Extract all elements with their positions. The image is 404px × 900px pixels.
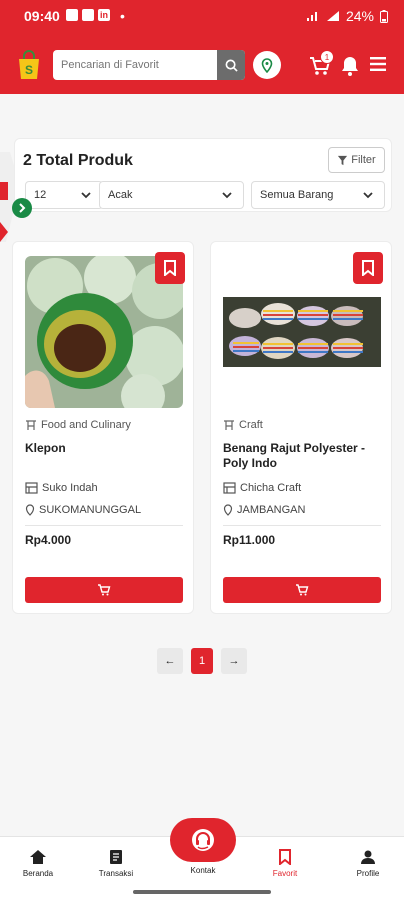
filter-button[interactable]: Filter	[328, 147, 385, 173]
nav-favorit[interactable]: Favorit	[255, 847, 315, 878]
shop-name-label: Suko Indah	[42, 482, 98, 494]
store-icon	[25, 482, 38, 494]
shop-location: SUKOMANUNGGAL	[25, 504, 141, 516]
search-bar	[53, 50, 245, 80]
per-page-value: 12	[34, 189, 47, 201]
bookmark-icon	[279, 849, 291, 865]
filter-icon	[338, 155, 348, 165]
shop-location-label: JAMBANGAN	[237, 504, 306, 516]
message-icon	[82, 9, 94, 21]
per-page-select[interactable]: 12	[25, 181, 103, 209]
page-1-button[interactable]: 1	[191, 648, 213, 674]
nav-label: Profile	[356, 869, 380, 878]
status-bar: 09:40 in • 24%	[0, 0, 404, 32]
search-button[interactable]	[217, 50, 245, 80]
location-pin-icon	[25, 504, 35, 516]
hamburger-menu-icon[interactable]	[370, 57, 386, 71]
category-icon	[224, 420, 234, 430]
product-listing-panel: 2 Total Produk Filter 12 Acak Semua Bara…	[14, 138, 392, 212]
search-icon	[225, 59, 238, 72]
product-price: Rp11.000	[223, 533, 276, 547]
prev-page-button[interactable]: ←	[157, 648, 183, 674]
location-button[interactable]	[253, 51, 281, 79]
cart-icon	[98, 584, 111, 596]
linkedin-icon: in	[98, 9, 110, 21]
filter-label: Filter	[351, 154, 376, 166]
category-icon	[26, 420, 36, 430]
notification-icons: in	[66, 9, 110, 21]
battery-text: 24%	[345, 8, 374, 24]
nav-transaksi[interactable]: Transaksi	[86, 847, 146, 878]
system-icons: 24%	[306, 8, 388, 24]
headset-icon	[192, 829, 214, 851]
cart-icon	[296, 584, 309, 596]
nav-profile[interactable]: Profile	[338, 847, 398, 878]
user-icon	[361, 850, 375, 864]
bookmark-icon	[362, 260, 374, 276]
shop-name-label: Chicha Craft	[240, 482, 302, 494]
nav-kontak-label: Kontak	[190, 866, 216, 875]
more-notifications-icon: •	[120, 8, 125, 24]
product-category-label: Craft	[239, 419, 263, 431]
favorite-bookmark-button[interactable]	[155, 252, 185, 284]
product-category: Food and Culinary	[25, 419, 131, 431]
card-divider	[25, 525, 183, 526]
battery-icon	[380, 9, 388, 23]
contact-fab-button[interactable]	[170, 818, 236, 862]
location-pin-icon	[261, 57, 273, 73]
gesture-bar	[133, 890, 271, 894]
add-to-cart-button[interactable]	[223, 577, 381, 603]
bookmark-icon	[164, 260, 176, 276]
chevron-right-icon	[19, 203, 26, 213]
svg-text:S: S	[25, 63, 33, 77]
category-select[interactable]: Semua Barang	[251, 181, 385, 209]
search-input[interactable]	[53, 50, 217, 80]
next-page-button[interactable]: →	[221, 648, 247, 674]
product-card[interactable]: Craft Benang Rajut Polyester - Poly Indo…	[210, 241, 392, 614]
product-category-label: Food and Culinary	[41, 419, 131, 431]
product-name[interactable]: Klepon	[25, 441, 183, 456]
status-time: 09:40	[24, 8, 60, 24]
nav-beranda[interactable]: Beranda	[8, 847, 68, 878]
drawer-toggle-button[interactable]	[12, 198, 32, 218]
main-header: S 1	[0, 40, 404, 92]
home-icon	[30, 850, 46, 864]
notification-bell-icon[interactable]	[340, 55, 360, 77]
sort-value: Acak	[108, 189, 133, 201]
chevron-down-icon	[222, 192, 232, 199]
app-logo[interactable]: S	[16, 50, 42, 80]
nav-label: Favorit	[272, 869, 298, 878]
product-category: Craft	[223, 419, 263, 431]
location-pin-icon	[223, 504, 233, 516]
store-icon	[223, 482, 236, 494]
card-divider	[223, 525, 381, 526]
shop-location: JAMBANGAN	[223, 504, 305, 516]
nav-label: Beranda	[22, 869, 54, 878]
nav-label: Transaksi	[98, 869, 134, 878]
signal-icon	[306, 12, 317, 21]
sort-select[interactable]: Acak	[99, 181, 244, 209]
chevron-down-icon	[81, 192, 91, 199]
total-products-title: 2 Total Produk	[23, 152, 133, 169]
product-name[interactable]: Benang Rajut Polyester - Poly Indo	[223, 441, 381, 471]
add-to-cart-button[interactable]	[25, 577, 183, 603]
product-card[interactable]: Food and Culinary Klepon Suko Indah SUKO…	[12, 241, 194, 614]
cart-count-badge: 1	[320, 50, 334, 64]
shop-name: Suko Indah	[25, 482, 98, 494]
wifi-icon	[326, 11, 339, 21]
receipt-icon	[110, 850, 122, 864]
shop-name: Chicha Craft	[223, 482, 301, 494]
favorite-bookmark-button[interactable]	[353, 252, 383, 284]
category-value: Semua Barang	[260, 189, 334, 201]
chevron-down-icon	[363, 192, 373, 199]
product-price: Rp4.000	[25, 533, 72, 547]
shop-location-label: SUKOMANUNGGAL	[39, 504, 142, 516]
gallery-icon	[66, 9, 78, 21]
